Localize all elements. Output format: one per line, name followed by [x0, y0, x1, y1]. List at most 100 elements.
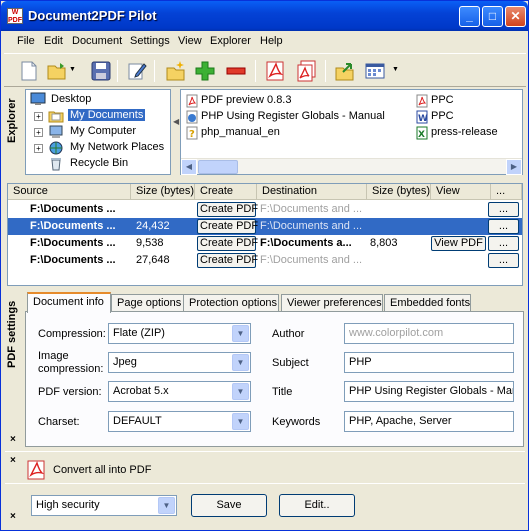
tab-protection-options[interactable]: Protection options: [183, 294, 279, 312]
divider: [5, 451, 525, 452]
close-button[interactable]: ✕: [505, 6, 526, 27]
add-icon[interactable]: [194, 60, 216, 82]
expand-icon[interactable]: +: [34, 112, 43, 121]
menu-help[interactable]: Help: [260, 35, 283, 47]
close-panel-icon[interactable]: ×: [10, 434, 16, 445]
chevron-down-icon[interactable]: ▼: [232, 383, 249, 400]
convert-all-label[interactable]: Convert all into PDF: [53, 464, 151, 476]
remove-icon[interactable]: [225, 60, 247, 82]
convert-all-pdf-icon[interactable]: [296, 60, 318, 82]
col-view[interactable]: View: [431, 184, 491, 200]
more-button[interactable]: ...: [488, 219, 519, 234]
chevron-down-icon[interactable]: ▼: [158, 497, 175, 514]
edit-button[interactable]: Edit..: [279, 494, 355, 517]
tab-viewer-preferences[interactable]: Viewer preferences: [281, 294, 383, 312]
tab-embedded-fonts[interactable]: Embedded fonts: [384, 294, 471, 312]
new-folder-icon[interactable]: [165, 60, 187, 82]
view-pdf-button[interactable]: View PDF: [431, 236, 486, 251]
table-row[interactable]: F:\Documents ... 27,648 Create PDF F:\Do…: [8, 252, 522, 269]
tree-item-recycle-bin[interactable]: Recycle Bin: [70, 157, 128, 169]
collapse-arrow-icon[interactable]: ◀: [173, 117, 179, 126]
export-icon[interactable]: [334, 60, 356, 82]
minimize-button[interactable]: _: [459, 6, 480, 27]
table-row[interactable]: F:\Documents ... 9,538 Create PDF F:\Doc…: [8, 235, 522, 252]
view-mode-icon[interactable]: [364, 60, 386, 82]
table-row[interactable]: F:\Documents ... Create PDF F:\Documents…: [8, 201, 522, 218]
image-compression-select[interactable]: Jpeg ▼: [108, 352, 251, 373]
source-cell: F:\Documents ...: [30, 237, 116, 249]
view-mode-dropdown-icon[interactable]: ▼: [392, 66, 399, 73]
save-icon[interactable]: [90, 60, 112, 82]
bottom-panel: High security ▼ Save Edit..: [21, 487, 525, 527]
subject-field[interactable]: PHP: [344, 352, 514, 373]
create-pdf-button[interactable]: Create PDF: [197, 236, 258, 251]
more-button[interactable]: ...: [488, 236, 519, 251]
menu-settings[interactable]: Settings: [130, 35, 170, 47]
html-file-icon: [186, 110, 198, 124]
tab-document-info[interactable]: Document info: [27, 292, 111, 313]
svg-text:?: ?: [189, 129, 195, 140]
col-create[interactable]: Create: [195, 184, 257, 200]
chevron-down-icon[interactable]: ▼: [232, 413, 249, 430]
title-bar[interactable]: W PDF Document2PDF Pilot _ □ ✕: [1, 1, 528, 31]
expand-icon[interactable]: +: [34, 128, 43, 137]
explorer-splitter[interactable]: ◀: [173, 89, 180, 175]
file-item[interactable]: PHP Using Register Globals - Manual: [201, 110, 385, 122]
menu-edit[interactable]: Edit: [44, 35, 63, 47]
more-button[interactable]: ...: [488, 253, 519, 268]
scroll-right-icon[interactable]: ▶: [506, 159, 522, 175]
create-pdf-button[interactable]: Create PDF: [197, 219, 258, 234]
menu-file[interactable]: File: [17, 35, 35, 47]
dest-size-cell: 8,803: [370, 237, 398, 249]
new-document-icon[interactable]: [18, 60, 40, 82]
col-source[interactable]: Source: [8, 184, 131, 200]
close-panel-icon[interactable]: ×: [10, 511, 16, 522]
security-select[interactable]: High security ▼: [31, 495, 177, 516]
open-dropdown-icon[interactable]: ▼: [69, 66, 76, 73]
tree-item-network-places[interactable]: My Network Places: [70, 141, 164, 153]
title-field[interactable]: PHP Using Register Globals - Man: [344, 381, 514, 402]
table-row[interactable]: F:\Documents ... 24,432 Create PDF F:\Do…: [8, 218, 522, 235]
chevron-down-icon[interactable]: ▼: [232, 325, 249, 342]
tree-item-my-documents[interactable]: My Documents: [68, 109, 146, 121]
scroll-left-icon[interactable]: ◀: [181, 159, 197, 175]
tree-item-desktop[interactable]: Desktop: [51, 93, 91, 105]
file-item[interactable]: php_manual_en: [201, 126, 280, 138]
charset-select[interactable]: DEFAULT ▼: [108, 411, 251, 432]
file-item[interactable]: PPC: [431, 94, 454, 106]
expand-icon[interactable]: +: [34, 144, 43, 153]
col-more[interactable]: ...: [491, 184, 522, 200]
file-item[interactable]: PPC: [431, 110, 454, 122]
chevron-down-icon[interactable]: ▼: [232, 354, 249, 371]
menu-document[interactable]: Document: [72, 35, 122, 47]
horizontal-scrollbar[interactable]: ◀ ▶: [181, 158, 522, 175]
close-panel-icon[interactable]: ×: [10, 455, 16, 466]
col-size[interactable]: Size (bytes): [131, 184, 195, 200]
keywords-field[interactable]: PHP, Apache, Server: [344, 411, 514, 432]
col-dest-size[interactable]: Size (bytes): [367, 184, 431, 200]
open-folder-icon[interactable]: [46, 60, 68, 82]
tree-item-my-computer[interactable]: My Computer: [70, 125, 136, 137]
file-item[interactable]: PDF preview 0.8.3: [201, 94, 291, 106]
convert-pdf-icon[interactable]: [264, 60, 286, 82]
author-field[interactable]: www.colorpilot.com: [344, 323, 514, 344]
edit-icon[interactable]: [126, 60, 148, 82]
convert-all-bar[interactable]: Convert all into PDF: [21, 457, 525, 483]
folder-tree[interactable]: Desktop + My Documents + My Computer + M…: [25, 89, 171, 175]
file-item[interactable]: press-release: [431, 126, 498, 138]
create-pdf-button[interactable]: Create PDF: [197, 253, 258, 268]
file-list[interactable]: PDF preview 0.8.3 PHP Using Register Glo…: [180, 89, 523, 175]
more-button[interactable]: ...: [488, 202, 519, 217]
size-cell: 24,432: [136, 220, 170, 232]
save-button[interactable]: Save: [191, 494, 267, 517]
scroll-thumb[interactable]: [198, 160, 238, 174]
compression-select[interactable]: Flate (ZIP) ▼: [108, 323, 251, 344]
menu-view[interactable]: View: [178, 35, 202, 47]
maximize-button[interactable]: □: [482, 6, 503, 27]
create-pdf-button[interactable]: Create PDF: [197, 202, 258, 217]
pdf-version-select[interactable]: Acrobat 5.x ▼: [108, 381, 251, 402]
toolbar: ▼ ▼: [4, 53, 526, 87]
pdf-file-icon: [186, 94, 198, 108]
menu-explorer[interactable]: Explorer: [210, 35, 251, 47]
col-destination[interactable]: Destination: [257, 184, 367, 200]
